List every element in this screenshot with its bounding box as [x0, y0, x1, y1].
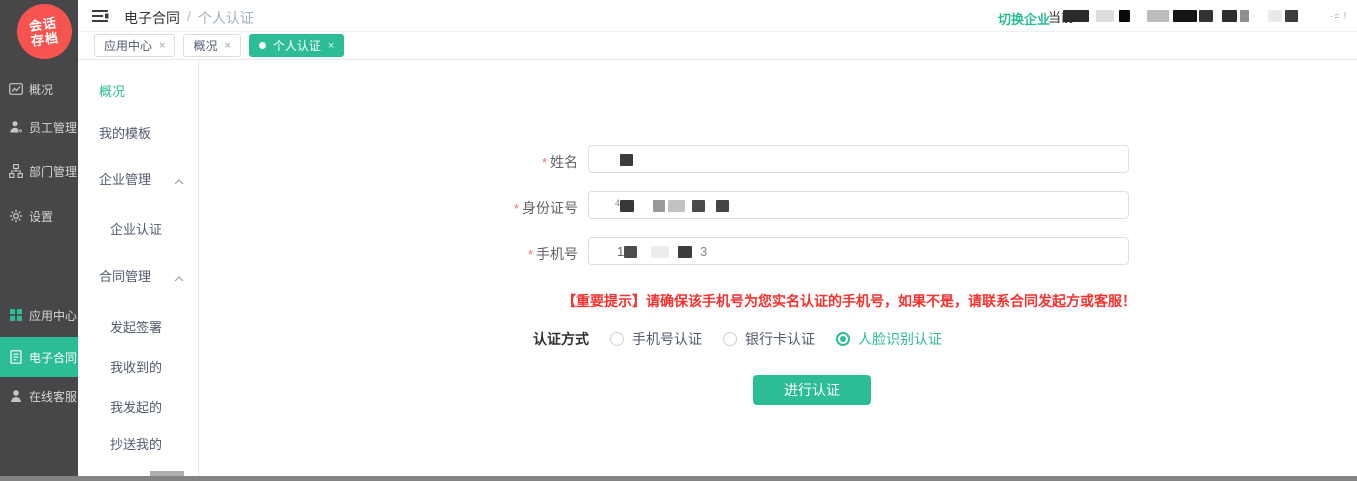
- support-person-icon: [9, 389, 23, 403]
- nav-item-contract-mgmt[interactable]: 合同管理: [99, 266, 151, 285]
- chevron-up-icon[interactable]: [174, 269, 184, 287]
- primary-sidebar: [0, 0, 78, 481]
- employees-icon: [9, 120, 23, 134]
- redacted-block: [624, 246, 637, 258]
- redacted-block: [1285, 10, 1298, 22]
- sidebar-item-employees[interactable]: 员工管理: [0, 117, 78, 137]
- radio-bankcard-auth[interactable]: 银行卡认证: [723, 329, 815, 349]
- nav-item-enterprise-mgmt[interactable]: 企业管理: [99, 169, 151, 188]
- name-field-label: *姓名: [430, 152, 578, 172]
- tab-label: 概况: [193, 37, 217, 54]
- redacted-block: [678, 246, 692, 258]
- redacted-block: [1119, 10, 1130, 22]
- breadcrumb-current: 个人认证: [198, 8, 254, 28]
- breadcrumb: 电子合同 / 个人认证: [124, 8, 254, 28]
- redacted-block: [716, 200, 729, 212]
- departments-icon: [9, 164, 23, 178]
- tab-close-icon[interactable]: ×: [224, 40, 230, 52]
- nav-item-my-templates[interactable]: 我的模板: [99, 123, 151, 142]
- proceed-auth-button[interactable]: 进行认证: [753, 375, 871, 405]
- radio-unchecked-icon[interactable]: [610, 332, 624, 346]
- sidebar-item-departments[interactable]: 部门管理: [0, 161, 78, 181]
- nav-item-overview[interactable]: 概况: [99, 81, 125, 100]
- redacted-block: [1222, 10, 1237, 22]
- redacted-block: [651, 246, 669, 258]
- chevron-up-icon[interactable]: [174, 172, 184, 190]
- nav-item-enterprise-auth[interactable]: 企业认证: [110, 219, 162, 238]
- contract-icon: [9, 350, 23, 364]
- breadcrumb-separator: /: [187, 8, 191, 28]
- apps-grid-icon: [9, 308, 23, 322]
- redacted-block: [1147, 10, 1169, 22]
- current-account-info: 当前 ·= !: [1048, 8, 1347, 24]
- phone-input[interactable]: 1 3: [588, 237, 1129, 265]
- radio-unchecked-icon[interactable]: [723, 332, 737, 346]
- sidebar-item-label: 员工管理: [29, 119, 77, 136]
- nav-item-received[interactable]: 我收到的: [110, 357, 162, 376]
- tab-label: 应用中心: [104, 37, 152, 54]
- sidebar-item-label: 应用中心: [29, 307, 77, 324]
- sidebar-item-label: 概况: [29, 81, 53, 98]
- required-marker: *: [514, 201, 519, 216]
- sidebar-item-label: 设置: [29, 208, 53, 225]
- gear-icon: [9, 209, 23, 223]
- app-logo-line2: 存档: [31, 30, 61, 49]
- sidebar-item-settings[interactable]: 设置: [0, 206, 78, 226]
- tab-close-icon[interactable]: ×: [159, 40, 165, 52]
- redacted-block: [1199, 10, 1213, 22]
- sidebar-item-label: 电子合同: [29, 349, 77, 366]
- app-logo: 会话 存档: [17, 4, 72, 59]
- important-notice-text: 【重要提示】请确保该手机号为您实名认证的手机号，如果不是，请联系合同发起方或客服…: [562, 291, 1136, 311]
- tab-personal-auth[interactable]: 个人认证 ×: [249, 34, 344, 57]
- sidebar-item-overview[interactable]: 概况: [0, 79, 78, 99]
- nav-item-initiate-signing[interactable]: 发起签署: [110, 317, 162, 336]
- tab-overview[interactable]: 概况 ×: [183, 34, 240, 57]
- redacted-block: [1268, 10, 1282, 22]
- redacted-block: [1063, 10, 1089, 22]
- required-marker: *: [528, 247, 533, 262]
- redacted-block: [668, 200, 685, 212]
- radio-face-auth[interactable]: 人脸识别认证: [836, 329, 942, 349]
- switch-company-link[interactable]: 切换企业: [998, 9, 1050, 28]
- sidebar-item-online-support[interactable]: 在线客服: [0, 386, 78, 406]
- collapse-menu-icon[interactable]: [92, 9, 109, 28]
- horizontal-scrollbar[interactable]: [0, 476, 1357, 481]
- redacted-block: [1096, 10, 1114, 22]
- redacted-block: [653, 200, 665, 212]
- redacted-block: [1240, 10, 1249, 22]
- radio-phone-auth[interactable]: 手机号认证: [610, 329, 702, 349]
- required-marker: *: [542, 155, 547, 170]
- secondary-sidebar: 概况 我的模板 企业管理 企业认证 合同管理 发起签署 我收到的 我发起的 抄送…: [78, 60, 199, 481]
- sidebar-item-app-center[interactable]: 应用中心: [0, 305, 78, 325]
- app-logo-text: 会话 存档: [29, 15, 61, 49]
- tab-label: 个人认证: [273, 37, 321, 54]
- tab-app-center[interactable]: 应用中心 ×: [94, 34, 175, 57]
- auth-method-label: 认证方式: [533, 329, 589, 349]
- redacted-block: [620, 200, 634, 212]
- auth-method-row: 认证方式 手机号认证 银行卡认证 人脸识别认证: [533, 329, 942, 349]
- overview-chart-icon: [9, 82, 23, 96]
- nav-item-initiated[interactable]: 我发起的: [110, 397, 162, 416]
- breadcrumb-section[interactable]: 电子合同: [124, 8, 180, 28]
- name-input[interactable]: [588, 145, 1129, 173]
- sidebar-item-label: 在线客服: [29, 388, 77, 405]
- sidebar-item-e-contract[interactable]: 电子合同: [0, 337, 78, 377]
- account-trailing-glyphs: ·= !: [1330, 11, 1347, 21]
- active-tab-dot-icon: [259, 42, 266, 49]
- id-number-input[interactable]: 4: [588, 191, 1129, 219]
- redacted-block: [692, 200, 705, 212]
- tab-bar: 应用中心 × 概况 × 个人认证 ×: [78, 32, 1357, 60]
- sidebar-item-label: 部门管理: [29, 163, 77, 180]
- radio-checked-icon[interactable]: [836, 332, 850, 346]
- redacted-block: [620, 154, 633, 166]
- phone-visible-suffix: 3: [700, 244, 707, 259]
- tab-close-icon[interactable]: ×: [328, 40, 334, 52]
- nav-item-cc-to-me[interactable]: 抄送我的: [110, 434, 162, 453]
- redacted-block: [1173, 10, 1197, 22]
- id-number-field-label: *身份证号: [430, 198, 578, 218]
- phone-field-label: *手机号: [430, 244, 578, 264]
